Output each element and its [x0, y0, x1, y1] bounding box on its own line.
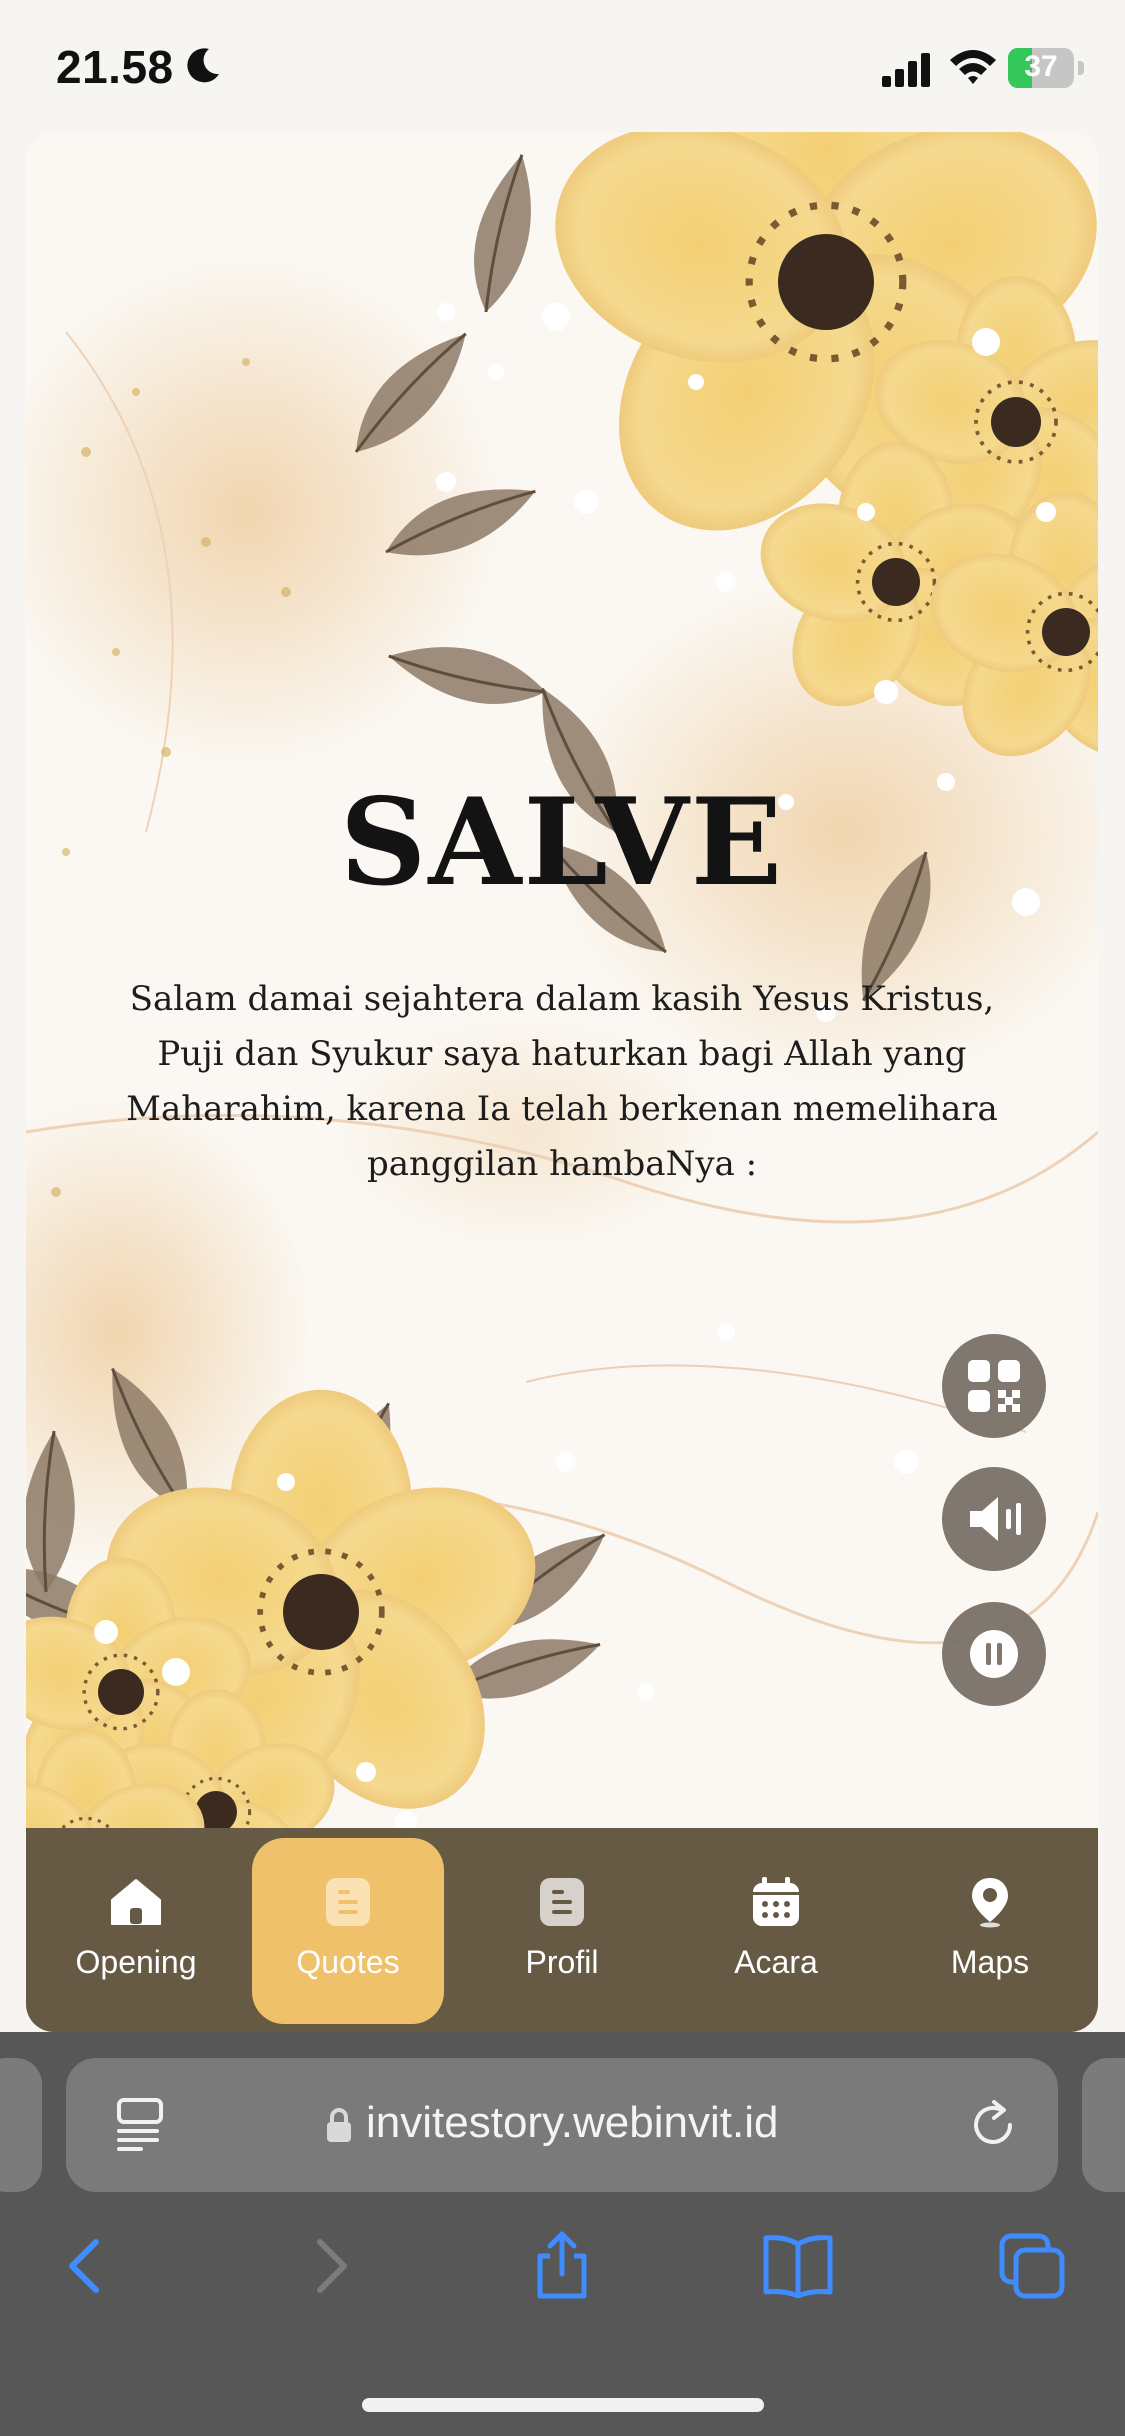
- reload-icon[interactable]: [966, 2098, 1020, 2152]
- status-time: 21.58: [56, 41, 174, 93]
- autoscroll-pause-button[interactable]: [942, 1602, 1046, 1706]
- nav-item-maps[interactable]: Maps: [894, 1828, 1086, 2032]
- qr-code-icon: [968, 1360, 1020, 1412]
- nav-item-opening[interactable]: Opening: [40, 1828, 232, 2032]
- back-icon[interactable]: [50, 2230, 122, 2302]
- nav-label-quotes: Quotes: [296, 1944, 400, 1980]
- nav-label-profil: Profil: [525, 1944, 599, 1980]
- home-indicator: [362, 2398, 764, 2412]
- moon-icon: [187, 48, 219, 83]
- lock-icon: [327, 2108, 351, 2142]
- battery-level: 37: [1024, 50, 1058, 83]
- welcome-message: Salam damai sejahtera dalam kasih Yesus …: [126, 979, 998, 1184]
- nav-item-acara[interactable]: Acara: [680, 1828, 872, 2032]
- sound-toggle-button[interactable]: [942, 1467, 1046, 1571]
- address-bar[interactable]: invitestory.webinvit.id: [66, 2058, 1058, 2192]
- invitation-card: SALVE Salam damai sejahtera dalam kasih …: [26, 132, 1098, 2032]
- nav-label-acara: Acara: [734, 1944, 818, 1980]
- next-tab-preview[interactable]: [1082, 2058, 1125, 2192]
- qr-code-button[interactable]: [942, 1334, 1046, 1438]
- active-tab-highlight: [252, 1838, 444, 2024]
- tabs-icon[interactable]: [996, 2230, 1068, 2302]
- speaker-icon: [970, 1497, 1021, 1541]
- home-icon: [111, 1879, 161, 1925]
- map-pin-icon: [972, 1878, 1008, 1928]
- status-bar: 21.58 37: [0, 0, 1125, 132]
- document-icon: [540, 1878, 584, 1926]
- nav-item-profil[interactable]: Profil: [466, 1828, 658, 2032]
- bottom-navigation: Opening Quotes Profil Acara Maps: [26, 1828, 1098, 2032]
- bookmarks-icon[interactable]: [762, 2230, 834, 2302]
- previous-tab-preview[interactable]: [0, 2058, 42, 2192]
- wifi-icon: [950, 50, 996, 84]
- calendar-icon: [753, 1877, 799, 1926]
- nav-item-quotes[interactable]: Quotes: [252, 1828, 444, 2032]
- nav-label-opening: Opening: [75, 1944, 197, 1980]
- nav-label-maps: Maps: [950, 1944, 1030, 1980]
- pause-icon: [970, 1630, 1018, 1678]
- reader-mode-icon[interactable]: [114, 2096, 170, 2154]
- document-icon: [326, 1878, 370, 1926]
- share-icon[interactable]: [526, 2230, 598, 2302]
- forward-icon[interactable]: [294, 2230, 366, 2302]
- battery-indicator: 37: [1008, 48, 1084, 88]
- page-title: SALVE: [339, 772, 785, 913]
- cellular-signal-icon: [882, 53, 930, 87]
- url-text: invitestory.webinvit.id: [366, 2098, 779, 2147]
